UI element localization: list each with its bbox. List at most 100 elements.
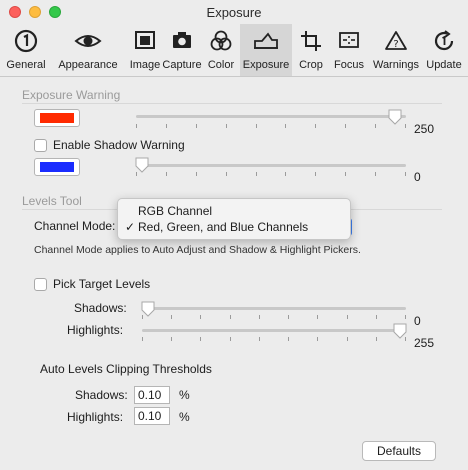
enable-shadow-warning-label: Enable Shadow Warning — [53, 138, 185, 152]
slider-tick — [315, 124, 317, 128]
defaults-button[interactable]: Defaults — [362, 441, 436, 461]
slider-tick — [345, 172, 347, 176]
auto-highlights-label: Highlights: — [67, 410, 124, 424]
tab-appearance-label: Appearance — [58, 59, 118, 71]
warning-icon: ? — [385, 31, 407, 50]
tab-capture-label: Capture — [162, 59, 202, 71]
section-divider — [22, 103, 442, 104]
shadow-color-fill — [40, 162, 74, 172]
levels-shadows-slider[interactable] — [142, 307, 406, 310]
menu-item-red-green-blue-channels[interactable]: Red, Green, and Blue Channels — [138, 220, 308, 234]
window-title: Exposure — [206, 5, 262, 20]
eye-icon — [74, 35, 102, 47]
menu-item-rgb-channel[interactable]: RGB Channel — [138, 204, 212, 218]
slider-tick — [375, 124, 377, 128]
tab-warnings[interactable]: ? Warnings — [370, 24, 422, 76]
color-circles-icon — [210, 30, 232, 51]
tab-exposure[interactable]: Exposure — [240, 24, 292, 76]
tab-color-label: Color — [207, 59, 235, 71]
slider-tick — [225, 124, 227, 128]
slider-tick — [255, 172, 257, 176]
tab-appearance[interactable]: Appearance — [54, 24, 122, 76]
auto-highlights-percent: % — [179, 410, 190, 424]
slider-tick — [171, 337, 173, 341]
slider-tick — [405, 124, 406, 128]
slider-tick — [255, 124, 257, 128]
highlight-color-fill — [40, 113, 74, 123]
slider-tick — [317, 315, 319, 319]
tab-capture[interactable]: Capture — [160, 24, 204, 76]
camera-icon — [173, 32, 191, 48]
levels-tool-heading: Levels Tool — [22, 194, 82, 208]
slider-tick — [346, 337, 348, 341]
svg-text:?: ? — [393, 39, 398, 50]
slider-tick — [258, 337, 260, 341]
crop-icon — [301, 31, 321, 51]
tab-update-label: Update — [426, 59, 462, 71]
slider-tick — [200, 315, 202, 319]
highlight-warning-color-well[interactable] — [34, 109, 80, 127]
tab-general-label: General — [6, 59, 46, 71]
auto-highlights-field[interactable]: 0.10 — [134, 407, 170, 425]
focus-icon — [339, 32, 359, 48]
slider-tick — [375, 337, 377, 341]
tab-crop-label: Crop — [299, 59, 323, 71]
slider-tick — [346, 315, 348, 319]
tab-exposure-label: Exposure — [242, 59, 290, 71]
tab-warnings-label: Warnings — [372, 59, 420, 71]
slider-tick — [258, 315, 260, 319]
slider-tick — [375, 172, 377, 176]
slider-ticks — [142, 315, 406, 320]
auto-shadows-field[interactable]: 0.10 — [134, 386, 170, 404]
slider-tick — [165, 124, 167, 128]
slider-tick — [225, 172, 227, 176]
slider-ticks — [136, 124, 406, 129]
shadow-warning-slider[interactable] — [136, 164, 406, 167]
levels-highlights-label: Highlights: — [67, 323, 124, 337]
slider-tick — [285, 124, 287, 128]
slider-tick — [136, 124, 137, 128]
preferences-window: Exposure General Appearance Image Captur… — [0, 0, 468, 470]
channel-mode-label: Channel Mode: — [34, 219, 116, 233]
levels-highlights-value: 255 — [414, 336, 435, 350]
slider-tick — [405, 315, 406, 319]
highlight-warning-slider[interactable] — [136, 115, 406, 118]
slider-tick — [315, 172, 317, 176]
slider-tick — [288, 315, 290, 319]
shadow-warning-color-well[interactable] — [34, 158, 80, 176]
slider-tick — [229, 337, 231, 341]
slider-tick — [345, 124, 347, 128]
slider-tick — [229, 315, 231, 319]
slider-tick — [375, 315, 377, 319]
slider-tick — [195, 124, 197, 128]
tab-crop[interactable]: Crop — [294, 24, 328, 76]
slider-tick — [171, 315, 173, 319]
preferences-toolbar: General Appearance Image Capture Color E… — [0, 24, 468, 77]
levels-highlights-slider[interactable] — [142, 329, 406, 332]
slider-tick — [142, 337, 143, 341]
slider-tick — [405, 172, 406, 176]
enable-shadow-warning-checkbox[interactable] — [34, 139, 47, 152]
slider-ticks — [142, 337, 406, 342]
levels-shadows-value: 0 — [414, 314, 421, 328]
channel-mode-note: Channel Mode applies to Auto Adjust and … — [34, 244, 361, 256]
tab-color[interactable]: Color — [203, 24, 239, 76]
channel-mode-menu: RGB Channel ✓ Red, Green, and Blue Chann… — [117, 198, 351, 240]
auto-shadows-percent: % — [179, 388, 190, 402]
slider-tick — [165, 172, 167, 176]
pick-target-levels-checkbox[interactable] — [34, 278, 47, 291]
title-bar: Exposure — [0, 0, 468, 24]
exposure-curve-icon — [254, 32, 278, 49]
levels-shadows-label: Shadows: — [74, 301, 127, 315]
highlight-warning-value: 250 — [414, 122, 435, 136]
tab-general[interactable]: General — [0, 24, 52, 76]
image-icon — [135, 31, 155, 49]
tab-focus[interactable]: Focus — [329, 24, 369, 76]
update-icon — [434, 30, 454, 51]
tab-update[interactable]: Update — [422, 24, 466, 76]
pick-target-levels-label: Pick Target Levels — [53, 277, 151, 291]
slider-tick — [195, 172, 197, 176]
menu-item-checkmark: ✓ — [125, 220, 136, 234]
slider-tick — [285, 172, 287, 176]
auto-shadows-label: Shadows: — [75, 388, 128, 402]
